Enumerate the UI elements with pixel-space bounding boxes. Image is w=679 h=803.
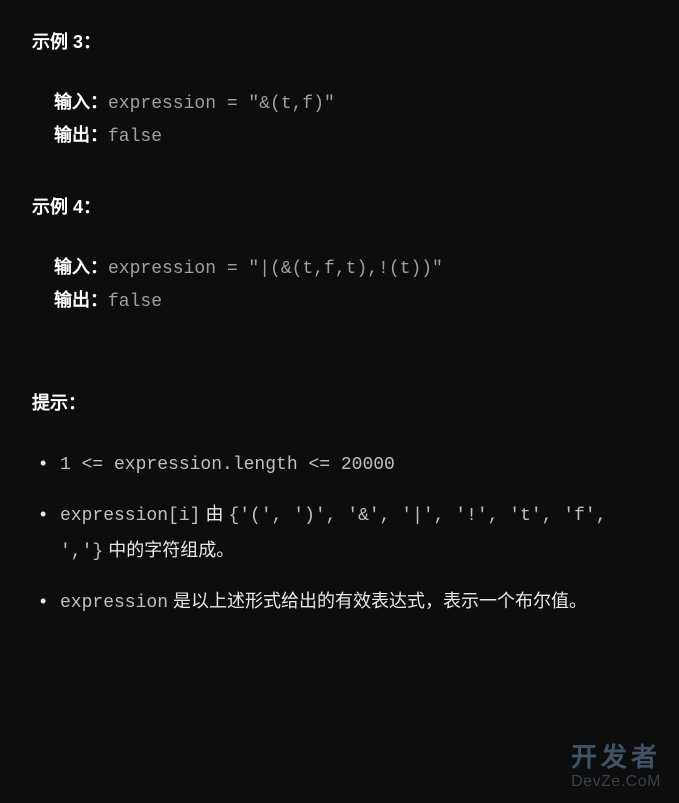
- example-3-output-line: 输出： false: [54, 121, 647, 154]
- hint-item-2: expression[i] 由 {'(', ')', '&', '|', '!'…: [32, 498, 647, 569]
- example-4-input-line: 输入： expression = "|(&(t,f,t),!(t))": [54, 253, 647, 286]
- hint-2-code-1: expression[i]: [60, 506, 200, 526]
- output-content: false: [108, 286, 162, 319]
- example-3-block: 输入： expression = "&(t,f)" 输出： false: [54, 88, 647, 155]
- hint-3-text: 是以上述形式给出的有效表达式，表示一个布尔值。: [168, 591, 587, 611]
- example-4-output-line: 输出： false: [54, 286, 647, 319]
- hint-item-3: expression 是以上述形式给出的有效表达式，表示一个布尔值。: [32, 585, 647, 620]
- output-label: 输出：: [54, 121, 108, 154]
- hint-2-text-2: 中的字符组成。: [103, 540, 234, 560]
- hints-section: 提示： 1 <= expression.length <= 20000 expr…: [32, 389, 647, 620]
- watermark: 开发者 DevZe.CoM: [571, 744, 661, 791]
- example-4-block: 输入： expression = "|(&(t,f,t),!(t))" 输出： …: [54, 253, 647, 320]
- hints-list: 1 <= expression.length <= 20000 expressi…: [32, 447, 647, 620]
- example-3-header: 示例 3：: [32, 28, 647, 54]
- hint-item-1: 1 <= expression.length <= 20000: [32, 447, 647, 482]
- input-content: expression = "&(t,f)": [108, 88, 335, 121]
- example-3-input-line: 输入： expression = "&(t,f)": [54, 88, 647, 121]
- hint-2-text-1: 由: [200, 504, 228, 524]
- hint-1-code: 1 <= expression.length <= 20000: [60, 455, 395, 475]
- input-label: 输入：: [54, 253, 108, 286]
- hints-header: 提示：: [32, 389, 647, 415]
- output-label: 输出：: [54, 286, 108, 319]
- output-content: false: [108, 121, 162, 154]
- input-content: expression = "|(&(t,f,t),!(t))": [108, 253, 443, 286]
- example-4-header: 示例 4：: [32, 193, 647, 219]
- watermark-cn: 开发者: [571, 744, 661, 770]
- input-label: 输入：: [54, 88, 108, 121]
- watermark-en: DevZe.CoM: [571, 772, 661, 791]
- hint-3-code: expression: [60, 593, 168, 613]
